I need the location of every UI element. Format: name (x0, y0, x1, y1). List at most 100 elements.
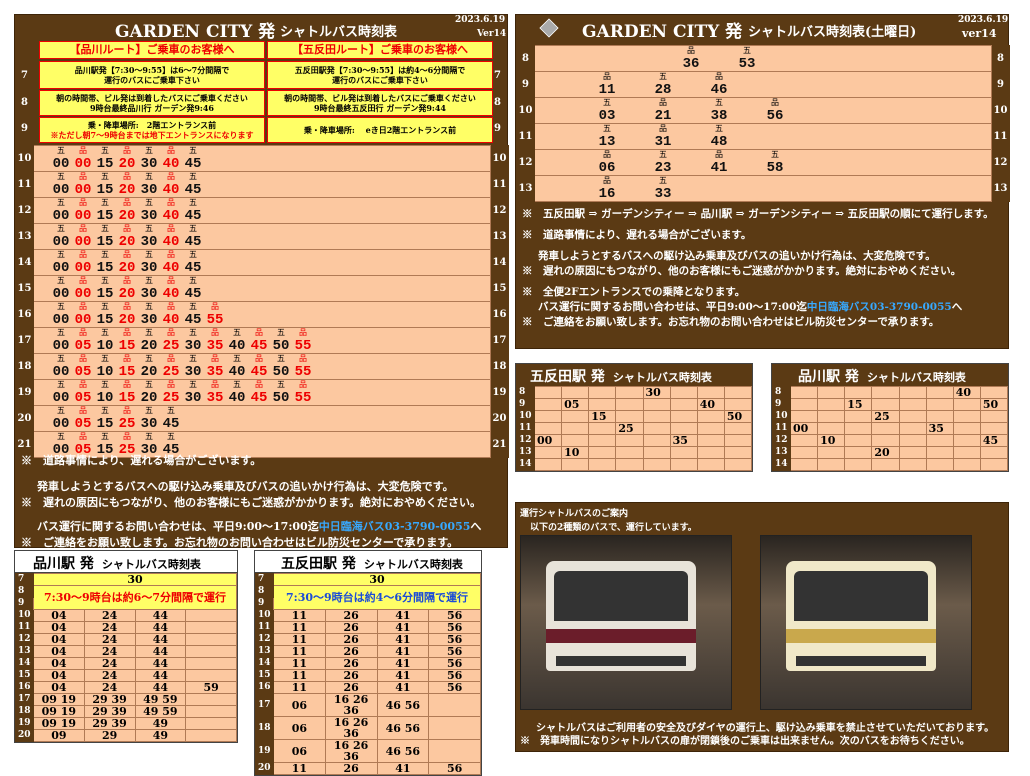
minute-cell (588, 398, 617, 411)
departure-minute: 00 (74, 182, 92, 198)
notice-line: 乗・降車場所: eき日2階エントランス前 (303, 125, 457, 135)
minute-cell (871, 422, 900, 435)
minute-row: 00 00 15 20 30 40 45 (50, 157, 204, 171)
minute-cell: 20 (871, 446, 900, 459)
minute-cell (953, 434, 981, 447)
note-line: シャトルバスはご利用者の安全及びダイヤの運行上、駆け込み乗車を禁止させていただい… (536, 723, 995, 734)
hour-row: 11 五品五 13 31 48 11 (516, 123, 1010, 150)
minute-cell (185, 693, 237, 706)
notice-line: 運行のバスにご乗車下さい (332, 75, 428, 85)
note-bullet: ※ (522, 316, 533, 328)
departure-minute: 30 (140, 182, 158, 198)
departure-minute: 40 (228, 364, 246, 380)
table-row: 12 10 45 (772, 434, 1009, 447)
route-kanji: 五 (189, 329, 197, 338)
minute-cell: 11 (273, 762, 326, 775)
minute-list: 五品五品五品五 00 00 15 20 30 40 45 (50, 226, 204, 250)
departure-minute: 38 (710, 108, 728, 124)
minute-cell: 25 (871, 410, 900, 423)
route-kanji: 品 (79, 173, 87, 182)
hour-label: 10 (15, 609, 34, 622)
departure-minute: 15 (96, 234, 114, 250)
note-line: ※ 道路事情により、遅れる場合がございます。 (522, 228, 1006, 243)
route-kanji: 五 (167, 407, 175, 416)
departure-minute: 10 (564, 446, 580, 459)
table-row: 19 09 19 29 39 49 (15, 717, 237, 730)
route-kanji: 五 (101, 355, 109, 364)
departure-minute: 40 (162, 208, 180, 224)
departure-minute: 00 (537, 434, 553, 447)
minute-cell: 29 39 (84, 717, 136, 730)
route-kanji: 品 (603, 151, 611, 160)
note-line: バス運行に関するお問い合わせは、平日9:00～17:00迄中日臨海バス03-37… (522, 300, 1006, 315)
minute-cell (615, 398, 644, 411)
minute-cell (534, 422, 563, 435)
minute-cell (724, 434, 753, 447)
departure-minute: 45 (184, 286, 202, 302)
minute-cell: 06 (273, 739, 326, 763)
minute-cell: 品五品 11 28 46 (534, 71, 992, 98)
minute-list: 品五 36 53 (565, 48, 761, 72)
minute-cell (534, 446, 563, 459)
table-title-text: 品川駅 発 (33, 556, 94, 572)
note-line: ※ 五反田駅 ⇒ ガーデンシティー ⇒ 品川駅 ⇒ ガーデンシティー ⇒ 五反田… (522, 207, 1006, 222)
minute-cell (953, 410, 981, 423)
departure-minute: 20 (118, 260, 136, 276)
departure-minute: 00 (52, 312, 70, 328)
route-kanji: 五 (233, 381, 241, 390)
route-kanji: 品 (255, 355, 263, 364)
departure-minute: 20 (140, 364, 158, 380)
minute-cell: 30 (273, 573, 481, 586)
table-title-text: 品川駅 発 (798, 369, 859, 385)
minute-cell: 29 (84, 729, 136, 742)
route-kanji: 品 (79, 433, 87, 442)
hour-label: 15 (15, 669, 34, 682)
minute-cell: 41 (377, 657, 430, 670)
departure-minute: 33 (654, 186, 672, 202)
hour-label: 17 (490, 327, 509, 354)
hour-label: 15 (490, 275, 509, 302)
route-kanji: 五 (189, 251, 197, 260)
departure-minute: 21 (654, 108, 672, 124)
route-kanji: 五 (145, 277, 153, 286)
table-row: 20 09 29 49 (15, 729, 237, 742)
hour-label: 19 (255, 739, 274, 763)
minute-cell: 10 (561, 446, 590, 459)
route-kanji: 五 (101, 277, 109, 286)
notice-gotanda-8: 朝の時間帯、ビル発は到着したバスにご乗車ください 9時台最終五反田行 ガーデン発9… (267, 90, 493, 116)
hour-label: 19 (490, 379, 509, 406)
hour-row: 13 五品五品五品五 00 00 15 20 30 40 45 13 (15, 223, 509, 250)
minute-cell: 04 (33, 657, 85, 670)
departure-minute: 25 (874, 410, 890, 423)
shinagawa-weekday-table: 品川駅 発シャトルバス時刻表 7 30 8 7:30～9時台は約6～7分間隔で運行 9 1… (14, 550, 238, 743)
minute-cell: 44 (135, 621, 187, 634)
saturday-version: ver14 (962, 27, 997, 40)
table-row: 8 40 (772, 386, 1009, 399)
minute-cell (844, 458, 873, 471)
minute-cell (980, 386, 1009, 399)
note-text: 道路事情により、遅れる場合がございます。 (43, 454, 262, 467)
hour-label: 15 (15, 275, 34, 302)
hour-label: 9 (21, 123, 28, 134)
route-kanji: 五 (145, 303, 153, 312)
minute-cell (899, 386, 927, 399)
route-kanji: 五 (101, 251, 109, 260)
note-line: ※ 全便2Fエントランスでの乗降となります。 (522, 285, 1006, 300)
minute-cell: 44 (135, 657, 187, 670)
departure-minute: 25 (162, 390, 180, 406)
hour-label: 14 (255, 657, 274, 670)
saturday-date: 2023.6.19 (958, 15, 1009, 25)
departure-minute: 35 (928, 422, 944, 435)
minute-cell: 26 (325, 621, 378, 634)
minute-cell (185, 621, 237, 634)
minute-cell (724, 398, 753, 411)
route-kanji: 五 (145, 251, 153, 260)
contact-phone: 中日臨海バス03-3790-0055 (318, 520, 471, 533)
note-bullet: ※ (21, 454, 32, 467)
minute-cell: 06 (273, 693, 326, 717)
hour-row: 14 五品五品五品五 00 00 15 20 30 40 45 14 (15, 249, 509, 276)
table-row: 10 25 (772, 410, 1009, 423)
minute-cell (926, 434, 954, 447)
hour-label: 18 (255, 716, 274, 740)
table-row: 20 11 26 41 56 (255, 762, 481, 775)
